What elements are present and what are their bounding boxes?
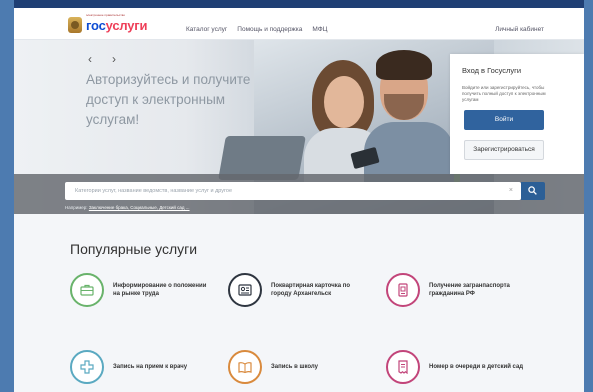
logo-text: госуслуги — [86, 17, 148, 33]
search-placeholder: Категории услуг, название ведомств, назв… — [75, 188, 233, 194]
service-label: Поквартирная карточка по городу Архангел… — [271, 283, 351, 297]
book-icon — [238, 362, 252, 374]
service-apartment-card[interactable]: Поквартирная карточка по городу Архангел… — [228, 273, 350, 307]
hero-headline: Авторизуйтесь и получите доступ к электр… — [86, 72, 251, 127]
nav-help[interactable]: Помощь и поддержка — [237, 26, 302, 33]
service-icon-circle — [386, 350, 420, 384]
carousel-controls: ‹ › — [84, 53, 120, 65]
service-icon-circle — [228, 350, 262, 384]
popular-title: Популярные услуги — [70, 241, 198, 257]
service-school[interactable]: Запись в школу — [228, 350, 318, 384]
login-panel: Вход в Госуслуги Войдите или зарегистрир… — [450, 54, 584, 174]
service-label: Запись на прием к врачу — [113, 364, 188, 370]
service-icon-circle — [70, 273, 104, 307]
carousel-prev-icon[interactable]: ‹ — [84, 53, 96, 65]
service-icon-circle — [228, 273, 262, 307]
queue-ticket-icon — [398, 360, 408, 374]
medical-cross-icon — [80, 360, 94, 374]
login-button[interactable]: Войти — [464, 110, 544, 130]
service-label: Получение загранпаспорта гражданина РФ — [429, 283, 510, 297]
service-labor-market[interactable]: Информирование о положении на рынке труд… — [70, 273, 206, 307]
search-examples: Например: Заключение брака, Социальные, … — [65, 205, 190, 210]
service-icon-circle — [386, 273, 420, 307]
personal-cabinet-link[interactable]: Личный кабинет — [495, 26, 544, 33]
service-label: Запись в школу — [271, 364, 318, 370]
service-icon-circle — [70, 350, 104, 384]
logo-subtitle: электронное правительство — [86, 13, 125, 17]
main-nav: Каталог услуг Помощь и поддержка МФЦ — [186, 26, 327, 33]
carousel-next-icon[interactable]: › — [108, 53, 120, 65]
top-strip — [14, 0, 584, 8]
nav-mfc[interactable]: МФЦ — [312, 26, 327, 33]
browser-page: госуслуги электронное правительство Ката… — [14, 0, 584, 392]
nav-catalog[interactable]: Каталог услуг — [186, 26, 227, 33]
id-card-icon — [238, 284, 252, 296]
briefcase-icon — [80, 284, 94, 296]
register-button[interactable]: Зарегистрироваться — [464, 140, 544, 160]
man-illustration — [364, 50, 454, 192]
site-header: госуслуги электронное правительство Ката… — [14, 8, 584, 40]
service-label: Информирование о положении на рынке труд… — [113, 283, 207, 297]
search-example-links[interactable]: Заключение брака, Социальные, Детский са… — [89, 205, 190, 210]
clear-icon[interactable]: × — [509, 182, 513, 200]
service-passport[interactable]: Получение загранпаспорта гражданина РФ — [386, 273, 510, 307]
service-label: Номер в очереди в детский сад — [429, 364, 524, 370]
login-description: Войдите или зарегистрируйтесь, чтобы пол… — [462, 85, 546, 102]
search-icon — [528, 186, 537, 195]
coat-of-arms-icon — [68, 17, 82, 33]
search-button[interactable] — [521, 182, 545, 200]
passport-icon — [398, 283, 408, 297]
gosuslugi-logo[interactable]: госуслуги электронное правительство — [68, 13, 148, 34]
service-doctor-appointment[interactable]: Запись на прием к врачу — [70, 350, 187, 384]
service-kindergarten-queue[interactable]: Номер в очереди в детский сад — [386, 350, 523, 384]
login-title: Вход в Госуслуги — [462, 66, 522, 75]
search-input[interactable]: Категории услуг, название ведомств, назв… — [65, 182, 521, 200]
